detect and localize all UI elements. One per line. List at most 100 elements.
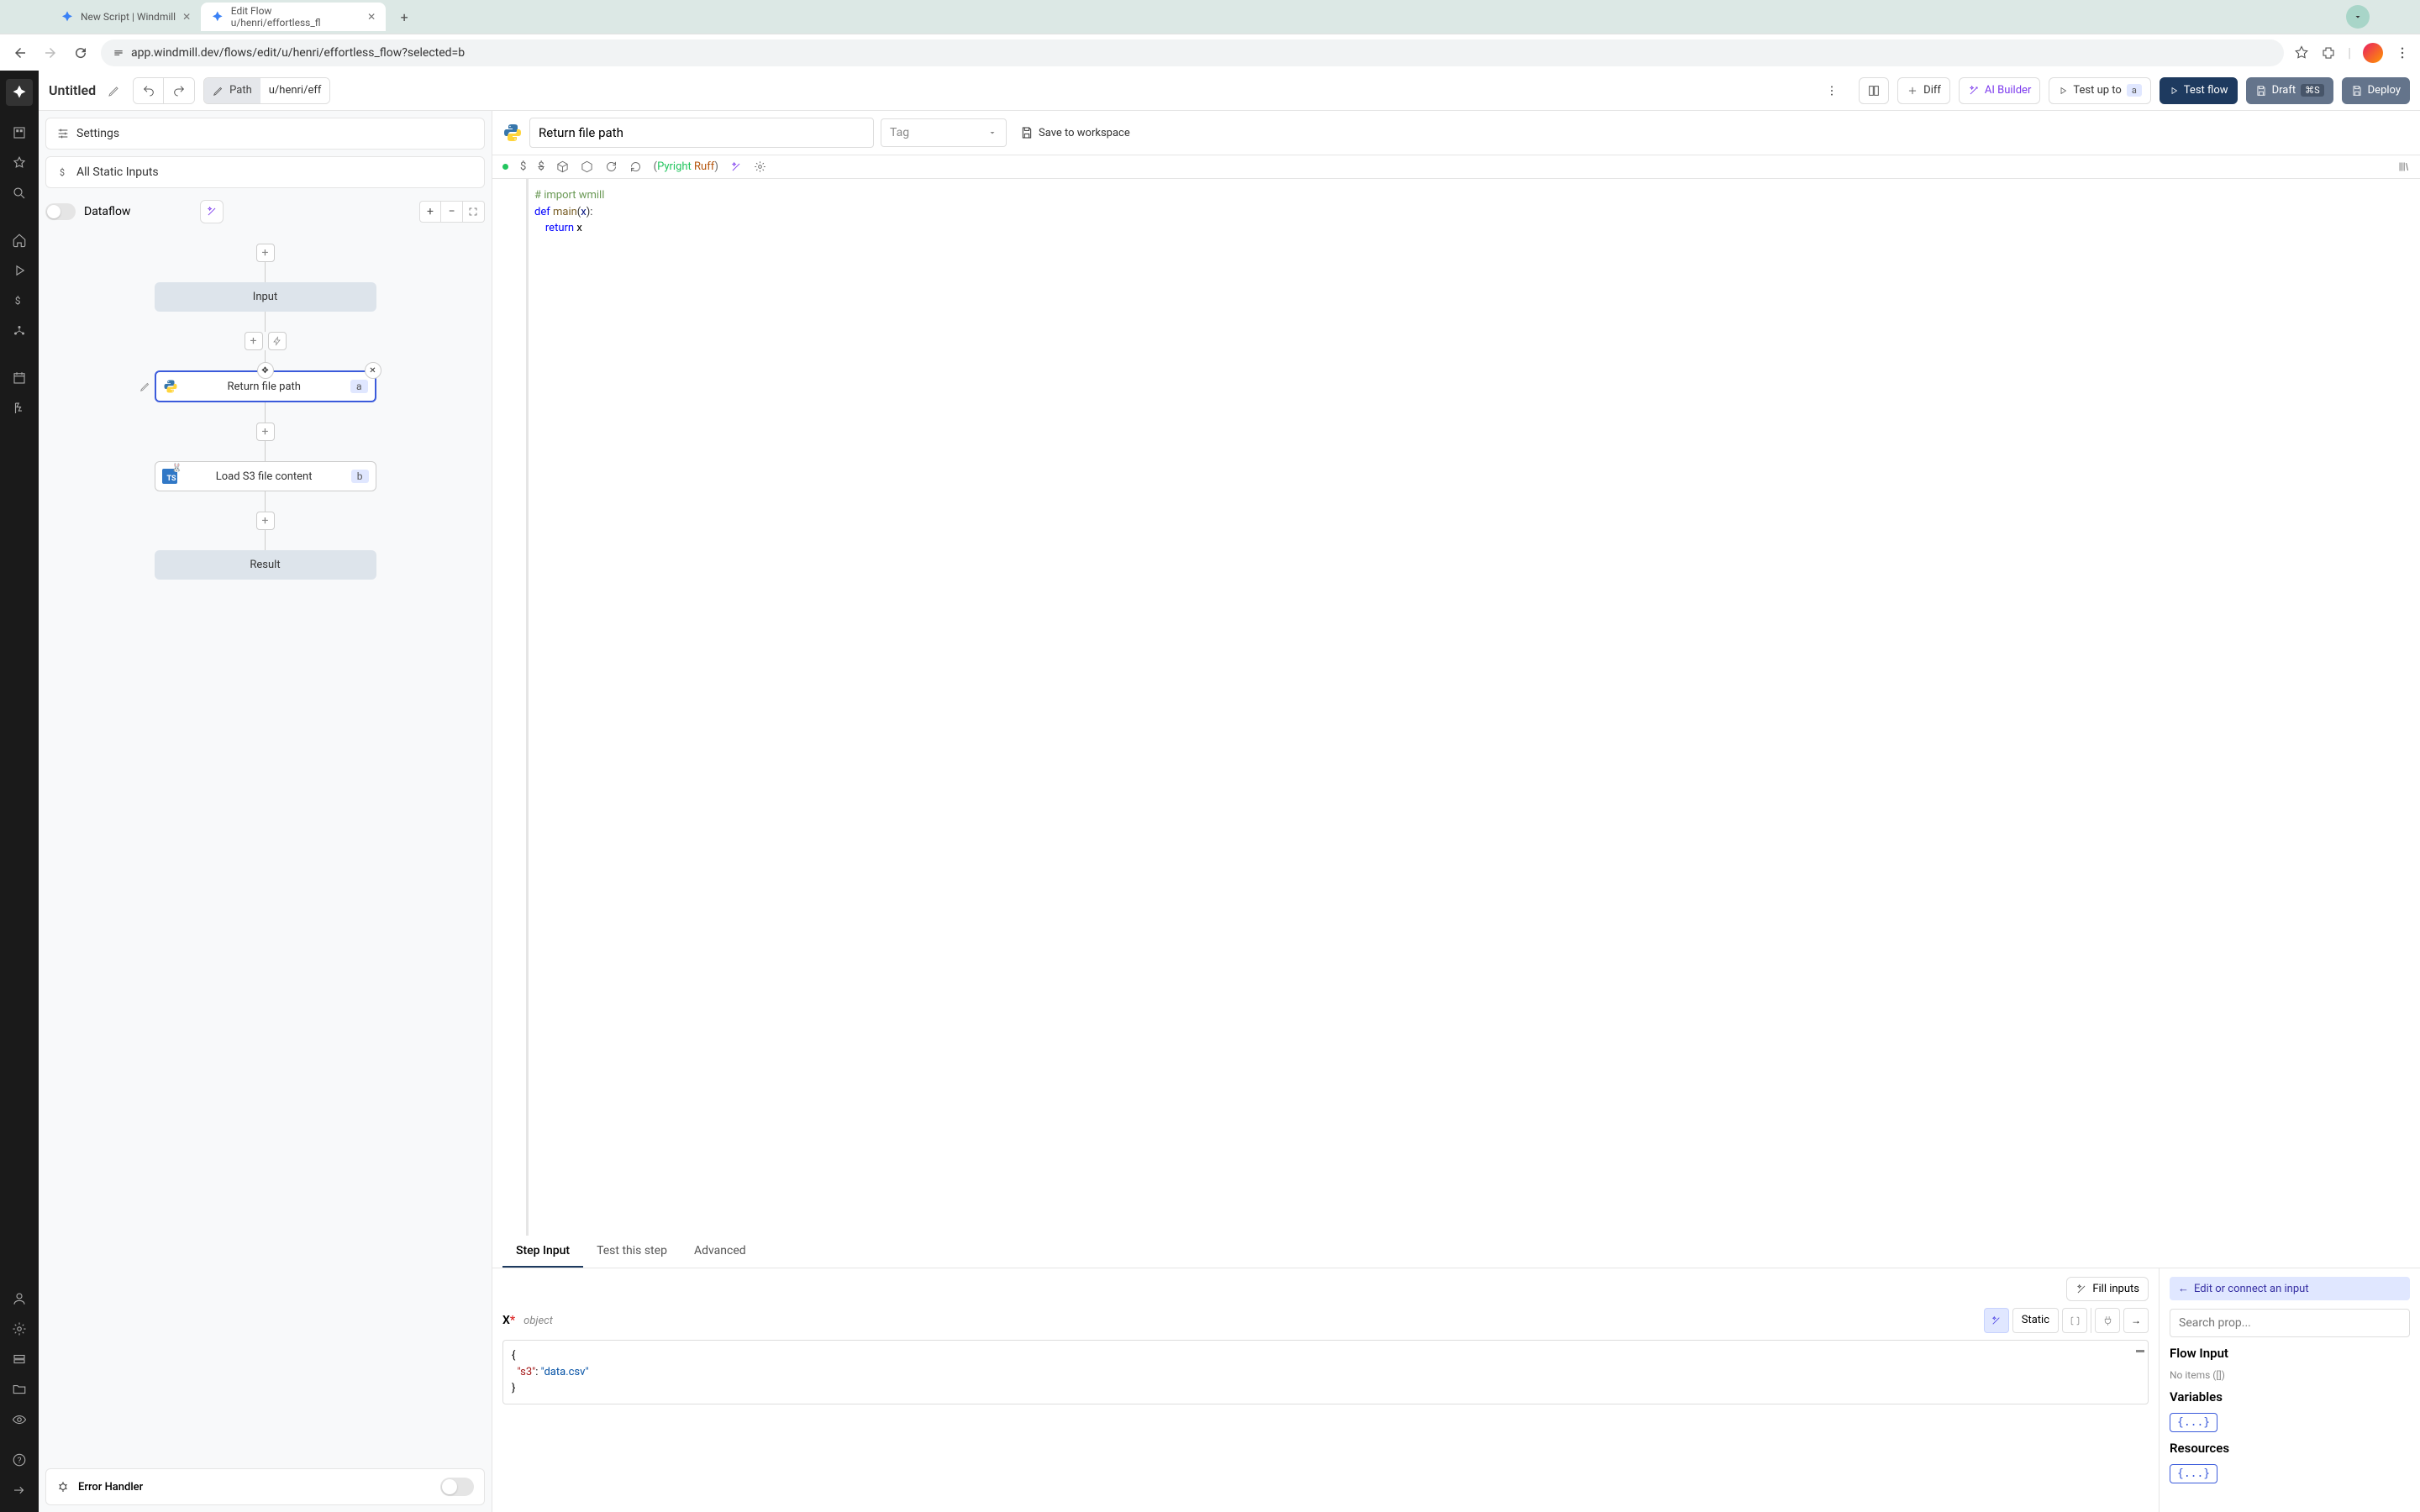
zoom-out-button[interactable]: − — [441, 201, 463, 223]
extensions-icon[interactable] — [2321, 45, 2336, 60]
search-prop-input[interactable] — [2170, 1309, 2410, 1337]
back-button[interactable] — [10, 43, 30, 63]
profile-dropdown-button[interactable] — [2346, 5, 2370, 29]
step-input-panel: Fill inputs X* object Static — [492, 1268, 2160, 1512]
search-icon[interactable] — [6, 180, 33, 207]
auto-layout-button[interactable] — [200, 200, 224, 223]
redo-button[interactable] — [164, 78, 194, 103]
add-trigger-button[interactable]: + — [256, 244, 275, 262]
connect-forward-button[interactable]: → — [2123, 1308, 2149, 1333]
editor-settings-button[interactable] — [754, 160, 766, 173]
plug-button[interactable] — [2095, 1308, 2120, 1333]
edit-title-button[interactable] — [104, 81, 124, 101]
add-step-button[interactable]: + — [256, 423, 275, 441]
diff-button[interactable]: Diff — [1897, 77, 1950, 104]
dataflow-toggle[interactable] — [45, 203, 76, 220]
sidebar-rail: $ ? — [0, 71, 39, 1512]
reload-button[interactable] — [71, 43, 91, 63]
audit-icon[interactable] — [6, 1406, 33, 1433]
draft-button[interactable]: Draft ⌘S — [2246, 77, 2333, 104]
undo-button[interactable] — [134, 78, 164, 103]
folders-icon[interactable] — [6, 1376, 33, 1403]
variable-brace-button[interactable]: {...} — [2170, 1413, 2217, 1432]
add-step-button[interactable]: + — [256, 512, 275, 530]
package-2-button[interactable] — [581, 160, 593, 173]
tab-step-input[interactable]: Step Input — [502, 1236, 583, 1268]
star-icon[interactable] — [6, 150, 33, 176]
step-b[interactable]: TS🐰 Load S3 file content b — [155, 461, 376, 491]
windmill-logo-icon[interactable] — [6, 79, 33, 106]
runs-icon[interactable] — [6, 257, 33, 284]
variables-icon[interactable]: $ — [6, 287, 33, 314]
tag-select[interactable]: Tag — [881, 118, 1007, 147]
error-handler-toggle[interactable] — [440, 1478, 474, 1496]
ai-step-button[interactable] — [268, 332, 287, 350]
code-editor[interactable]: # import wmill def main(x): return x — [492, 179, 2420, 1236]
remove-step-button[interactable]: ✕ — [365, 362, 381, 379]
zoom-in-button[interactable]: + — [419, 201, 441, 223]
reload-cache-button[interactable] — [605, 160, 618, 173]
input-node[interactable]: Input — [155, 282, 376, 312]
more-menu-button[interactable] — [1825, 78, 1850, 103]
fullscreen-button[interactable] — [463, 201, 485, 223]
avatar[interactable] — [2363, 43, 2383, 63]
raw-button[interactable] — [2062, 1308, 2087, 1333]
add-step-button[interactable]: + — [245, 332, 263, 350]
result-node[interactable]: Result — [155, 550, 376, 580]
settings-icon[interactable] — [6, 1315, 33, 1342]
linter-label: (Pyright Ruff) — [654, 160, 718, 173]
forward-button[interactable] — [40, 43, 60, 63]
format-button[interactable] — [730, 161, 742, 173]
collapse-icon[interactable]: ▬ — [2136, 1344, 2144, 1357]
connect-banner[interactable]: ← Edit or connect an input — [2170, 1277, 2410, 1300]
library-button[interactable] — [2397, 160, 2410, 173]
flow-canvas[interactable]: + Input + — [45, 235, 485, 1462]
user-icon[interactable] — [6, 1285, 33, 1312]
tab-test-step[interactable]: Test this step — [583, 1236, 681, 1268]
new-tab-button[interactable]: + — [392, 5, 416, 29]
fill-inputs-button[interactable]: Fill inputs — [2066, 1277, 2149, 1301]
home-icon[interactable] — [6, 227, 33, 254]
test-flow-button[interactable]: Test flow — [2160, 77, 2238, 104]
resource-brace-button[interactable]: {...} — [2170, 1464, 2217, 1483]
schedules-icon[interactable] — [6, 365, 33, 391]
step-name-input[interactable] — [529, 118, 874, 148]
close-icon[interactable]: ✕ — [367, 11, 376, 23]
url-field[interactable]: app.windmill.dev/flows/edit/u/henri/effo… — [101, 39, 2284, 66]
ai-builder-button[interactable]: AI Builder — [1959, 77, 2040, 104]
reset-button[interactable] — [629, 160, 642, 173]
variable-button[interactable]: $ — [538, 160, 544, 173]
triggers-icon[interactable] — [6, 395, 33, 422]
step-a[interactable]: ✥ ✕ Return file path a — [155, 370, 376, 402]
browser-menu-icon[interactable] — [2395, 45, 2410, 60]
workspace-icon[interactable] — [6, 119, 33, 146]
wand-mode-button[interactable] — [1984, 1308, 2009, 1333]
context-var-button[interactable]: $ — [520, 160, 526, 173]
topbar: Untitled Path u/henri/eff — [39, 71, 2420, 111]
settings-row[interactable]: Settings — [45, 118, 485, 150]
site-settings-icon[interactable] — [113, 47, 124, 59]
preview-button[interactable] — [1859, 77, 1889, 104]
resources-icon[interactable] — [6, 318, 33, 344]
tab-advanced[interactable]: Advanced — [681, 1236, 760, 1268]
json-input[interactable]: ▬ { "s3": "data.csv" } — [502, 1340, 2149, 1404]
tab-new-script[interactable]: New Script | Windmill ✕ — [50, 3, 201, 31]
deploy-button[interactable]: Deploy — [2342, 77, 2410, 104]
collapse-icon[interactable] — [6, 1477, 33, 1504]
path-button[interactable]: Path — [204, 78, 260, 103]
test-up-to-button[interactable]: Test up to a — [2049, 77, 2150, 104]
all-static-inputs-row[interactable]: $ All Static Inputs — [45, 156, 485, 188]
package-button[interactable] — [556, 160, 569, 173]
wand-icon — [2075, 1284, 2087, 1295]
save-to-workspace-button[interactable]: Save to workspace — [1013, 119, 1137, 146]
param-name: X* — [502, 1314, 515, 1327]
chevron-down-icon — [987, 128, 997, 138]
bookmark-star-icon[interactable] — [2294, 45, 2309, 60]
close-icon[interactable]: ✕ — [182, 11, 191, 23]
tab-edit-flow[interactable]: Edit Flow u/henri/effortless_fl ✕ — [201, 3, 386, 31]
move-step-button[interactable]: ✥ — [257, 362, 274, 379]
workers-icon[interactable] — [6, 1346, 33, 1373]
help-icon[interactable]: ? — [6, 1446, 33, 1473]
static-button[interactable]: Static — [2012, 1308, 2059, 1333]
step-letter: a — [350, 380, 368, 393]
